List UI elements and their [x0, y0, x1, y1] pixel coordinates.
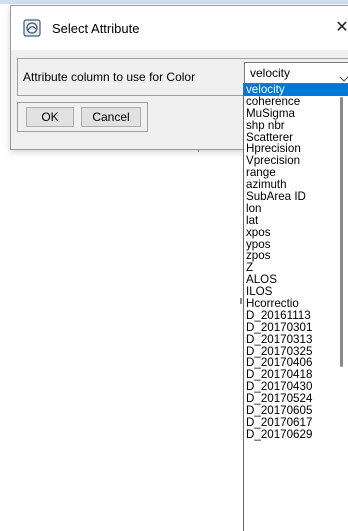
- background-mark: [240, 298, 242, 304]
- attribute-select[interactable]: velocity: [244, 62, 348, 84]
- dropdown-option[interactable]: xpos: [244, 226, 348, 239]
- dropdown-option[interactable]: D_20170629: [244, 428, 348, 441]
- ok-button[interactable]: OK: [26, 107, 74, 127]
- dialog-title: Select Attribute: [52, 21, 140, 36]
- background-window-strip: [0, 0, 348, 4]
- dropdown-option[interactable]: D_20170313: [244, 333, 348, 346]
- dropdown-option[interactable]: D_20170301: [244, 321, 348, 334]
- button-group: OK Cancel: [17, 102, 148, 132]
- attribute-dropdown-list[interactable]: velocity coherence MuSigma shp nbr Scatterer…: [243, 83, 348, 531]
- attribute-select-value: velocity: [250, 66, 291, 80]
- dropdown-option[interactable]: MuSigma: [244, 107, 348, 120]
- dropdown-option[interactable]: lon: [244, 203, 348, 215]
- dropdown-option[interactable]: zpos: [244, 250, 348, 262]
- cancel-button[interactable]: Cancel: [81, 107, 141, 127]
- title-bar: Select Attribute ✕: [11, 6, 348, 50]
- dropdown-option[interactable]: shp nbr: [244, 119, 348, 132]
- window-app-icon: [23, 19, 41, 37]
- dropdown-option[interactable]: coherence: [244, 95, 348, 108]
- dropdown-option[interactable]: lat: [244, 214, 348, 227]
- close-icon[interactable]: ✕: [329, 14, 348, 42]
- attribute-label: Attribute column to use for Color: [23, 70, 196, 84]
- dropdown-scrollbar[interactable]: [340, 97, 343, 367]
- chevron-down-icon[interactable]: [339, 70, 348, 82]
